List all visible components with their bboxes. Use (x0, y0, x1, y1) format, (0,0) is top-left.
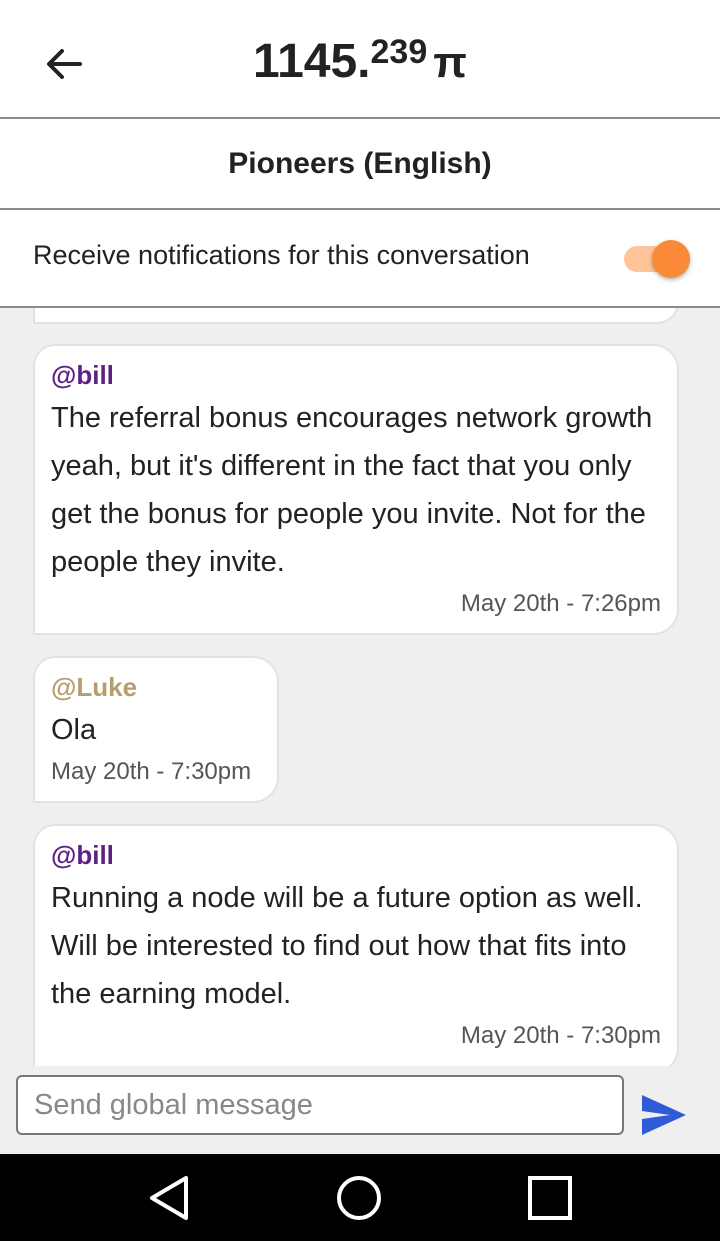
android-nav-bar (0, 1154, 720, 1241)
nav-recents-button[interactable] (524, 1172, 576, 1224)
balance-whole: 1145. (253, 35, 371, 88)
nav-home-button[interactable] (333, 1172, 385, 1224)
message-author[interactable]: @bill (51, 840, 114, 871)
conversation-title: Pioneers (English) (0, 119, 720, 210)
global-message-input[interactable] (16, 1075, 624, 1135)
message-text: Ola (51, 714, 97, 746)
square-recents-icon (528, 1176, 572, 1220)
message-bubble: @Luke Ola May 20th - 7:30pm (33, 656, 279, 803)
nav-back-button[interactable] (144, 1172, 196, 1224)
toggle-knob (652, 240, 690, 278)
send-icon (642, 1095, 686, 1135)
message-text: The referral bonus encourages network gr… (51, 402, 653, 578)
message-time: May 20th - 7:30pm (460, 1022, 661, 1049)
message-author[interactable]: @Luke (51, 672, 137, 703)
message-author[interactable]: @bill (51, 360, 114, 391)
pi-balance: 1145.239 π (0, 30, 720, 98)
message-bubble: @bill The referral bonus encourages netw… (33, 344, 679, 635)
message-text: Running a node will be a future option a… (51, 882, 643, 1010)
previous-message-bubble (33, 308, 679, 324)
notification-toggle[interactable] (622, 238, 692, 282)
circle-home-icon (337, 1176, 381, 1220)
triangle-back-icon (150, 1176, 188, 1220)
message-list[interactable]: @bill The referral bonus encourages netw… (0, 308, 720, 1066)
message-bubble: @bill Running a node will be a future op… (33, 824, 679, 1066)
balance-fraction: 239 (370, 33, 428, 71)
message-time: May 20th - 7:30pm (51, 758, 252, 785)
send-button[interactable] (640, 1093, 688, 1137)
notification-label: Receive notifications for this conversat… (33, 240, 530, 270)
notification-row: Receive notifications for this conversat… (0, 210, 720, 308)
pi-symbol: π (433, 38, 467, 87)
composer-bar (0, 1066, 720, 1154)
message-time: May 20th - 7:26pm (460, 590, 661, 617)
app-header: 1145.239 π (0, 0, 720, 119)
